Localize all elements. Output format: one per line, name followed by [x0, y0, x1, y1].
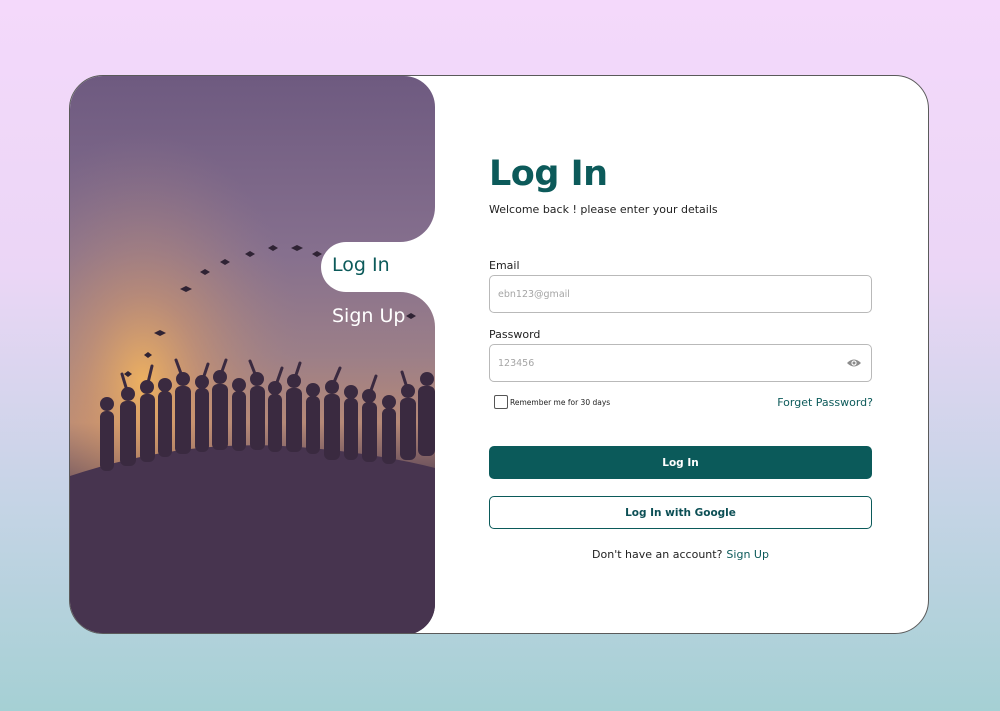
google-login-button[interactable]: Log In with Google — [489, 496, 872, 529]
page-subtitle: Welcome back ! please enter your details — [489, 203, 718, 216]
hero-image-panel: Log In Sign Up — [70, 76, 435, 633]
tab-signup[interactable]: Sign Up — [332, 305, 405, 327]
login-button[interactable]: Log In — [489, 446, 872, 479]
page-title: Log In — [489, 154, 608, 194]
graduation-photo — [70, 76, 435, 633]
password-input[interactable] — [490, 345, 828, 381]
signup-prompt: Don't have an account? Sign Up — [489, 548, 872, 561]
no-account-text: Don't have an account? — [592, 548, 723, 561]
remember-checkbox[interactable] — [494, 395, 508, 409]
forgot-password-link[interactable]: Forget Password? — [777, 396, 873, 409]
password-field-wrapper — [489, 344, 872, 382]
remember-me[interactable]: Remember me for 30 days — [494, 395, 610, 409]
email-input[interactable] — [490, 276, 828, 312]
email-field-wrapper — [489, 275, 872, 313]
tab-login[interactable]: Log In — [332, 254, 390, 276]
login-form: Log In Welcome back ! please enter your … — [489, 76, 873, 633]
eye-icon[interactable] — [846, 356, 862, 370]
remember-label: Remember me for 30 days — [510, 397, 611, 407]
email-label: Email — [489, 259, 520, 272]
login-card: Log In Sign Up Log In Welcome back ! ple… — [69, 75, 929, 634]
signup-link[interactable]: Sign Up — [726, 548, 769, 561]
password-label: Password — [489, 328, 541, 341]
